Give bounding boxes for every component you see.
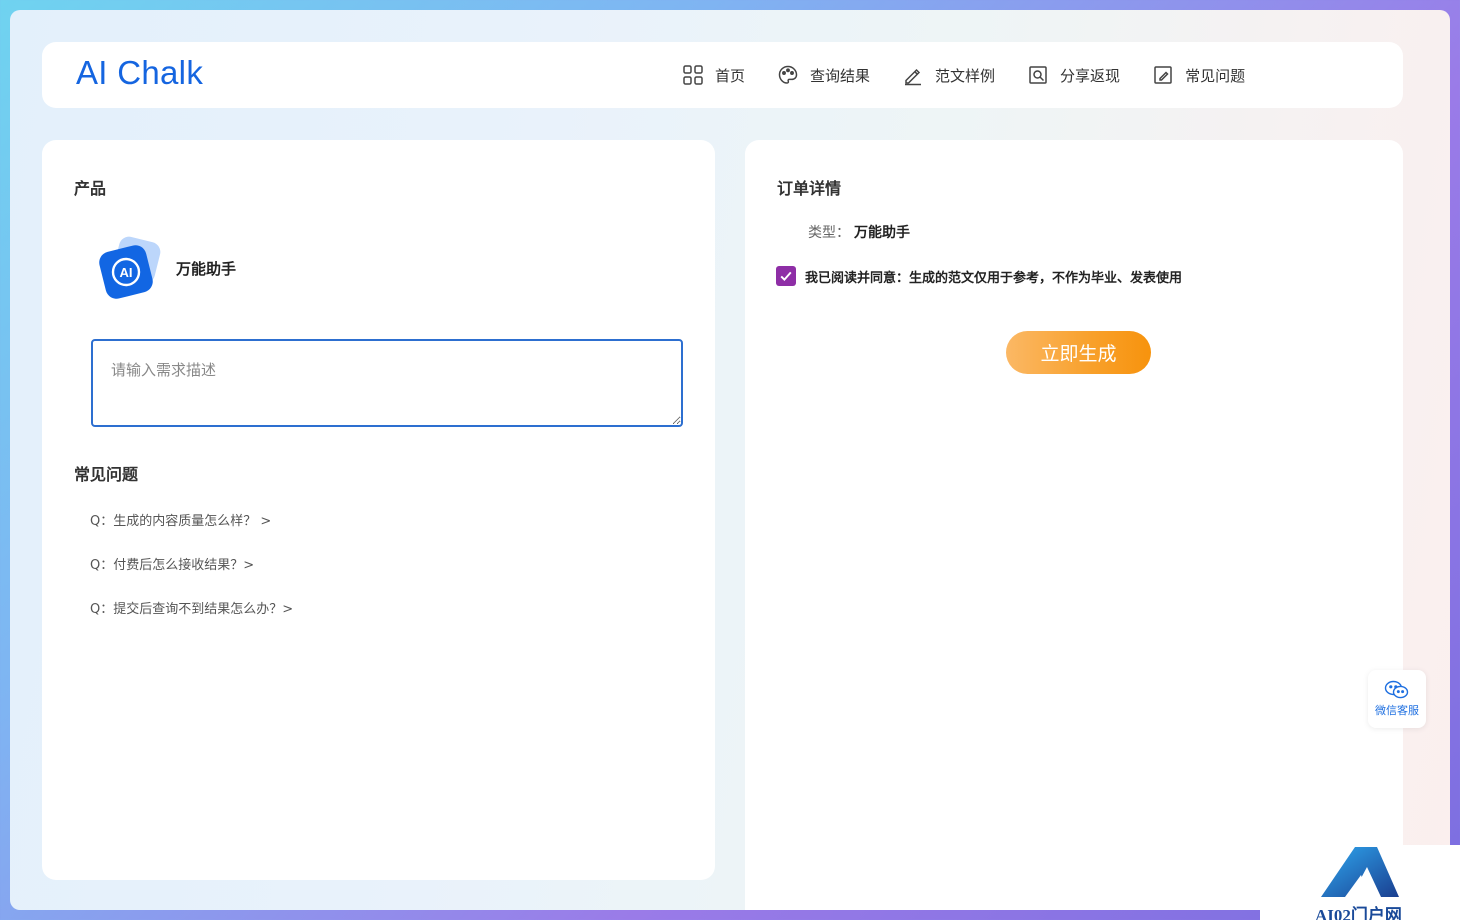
faq-list: Q：生成的内容质量怎么样？ > Q：付费后怎么接收结果？> Q：提交后查询不到结… (90, 510, 293, 642)
agreement-checkbox[interactable] (776, 266, 796, 286)
service-label: 微信客服 (1375, 704, 1419, 717)
nav-item-share[interactable]: 分享返现 (1027, 64, 1120, 86)
wechat-icon (1384, 680, 1409, 699)
faq-heading: 常见问题 (74, 465, 139, 484)
product-panel: 产品 AI 万能助手 常见问题 Q：生成的内容质量怎么样？ > Q：付费后怎么接… (42, 140, 715, 880)
watermark: AI02门户网 (1260, 845, 1460, 920)
nav-item-home[interactable]: 首页 (682, 64, 745, 86)
agreement-text: 我已阅读并同意：生成的范文仅用于参考，不作为毕业、发表使用 (805, 270, 1183, 286)
edit-note-icon (1154, 66, 1172, 84)
nav-item-samples[interactable]: 范文样例 (902, 64, 995, 86)
nav-label: 查询结果 (810, 66, 871, 85)
type-label: 类型： (808, 225, 850, 241)
app-window: AI Chalk 首页 查询结果 范文样例 分享返现 常见问题 产品 AI 万能… (10, 10, 1450, 910)
watermark-logo-icon (1321, 847, 1399, 897)
type-value: 万能助手 (854, 225, 910, 241)
nav-item-faq[interactable]: 常见问题 (1152, 64, 1245, 86)
nav-item-results[interactable]: 查询结果 (777, 64, 870, 86)
order-heading: 订单详情 (777, 179, 842, 198)
nav-label: 常见问题 (1185, 66, 1246, 85)
faq-item-not-found[interactable]: Q：提交后查询不到结果怎么办？> (90, 598, 293, 642)
product-card[interactable]: AI 万能助手 (98, 236, 236, 300)
faq-item-receive[interactable]: Q：付费后怎么接收结果？> (90, 554, 293, 598)
ai-badge-icon: AI (98, 236, 162, 300)
search-doc-icon (1029, 66, 1047, 84)
check-icon (780, 271, 792, 281)
logo[interactable]: AI Chalk (76, 54, 203, 92)
watermark-text: AI02门户网 (1315, 906, 1402, 920)
main-nav: 首页 查询结果 范文样例 分享返现 常见问题 (682, 42, 1277, 108)
nav-label: 首页 (715, 66, 746, 85)
nav-label: 分享返现 (1060, 66, 1121, 85)
order-type-row: 类型： 万能助手 (808, 222, 910, 242)
order-panel: 订单详情 类型： 万能助手 我已阅读并同意：生成的范文仅用于参考，不作为毕业、发表… (745, 140, 1403, 910)
agreement-row: 我已阅读并同意：生成的范文仅用于参考，不作为毕业、发表使用 (776, 266, 1182, 286)
palette-icon (778, 65, 798, 84)
product-heading: 产品 (74, 179, 107, 198)
faq-item-quality[interactable]: Q：生成的内容质量怎么样？ > (90, 510, 293, 554)
top-header: AI Chalk 首页 查询结果 范文样例 分享返现 常见问题 (42, 42, 1403, 108)
requirement-input[interactable] (91, 339, 683, 427)
wechat-service-button[interactable]: 微信客服 (1368, 670, 1426, 728)
grid-icon (683, 65, 703, 85)
pencil-icon (905, 68, 922, 86)
nav-label: 范文样例 (935, 66, 996, 85)
ai-badge-text: AI (120, 265, 133, 280)
product-name: 万能助手 (176, 259, 237, 278)
generate-button[interactable]: 立即生成 (1006, 331, 1151, 374)
